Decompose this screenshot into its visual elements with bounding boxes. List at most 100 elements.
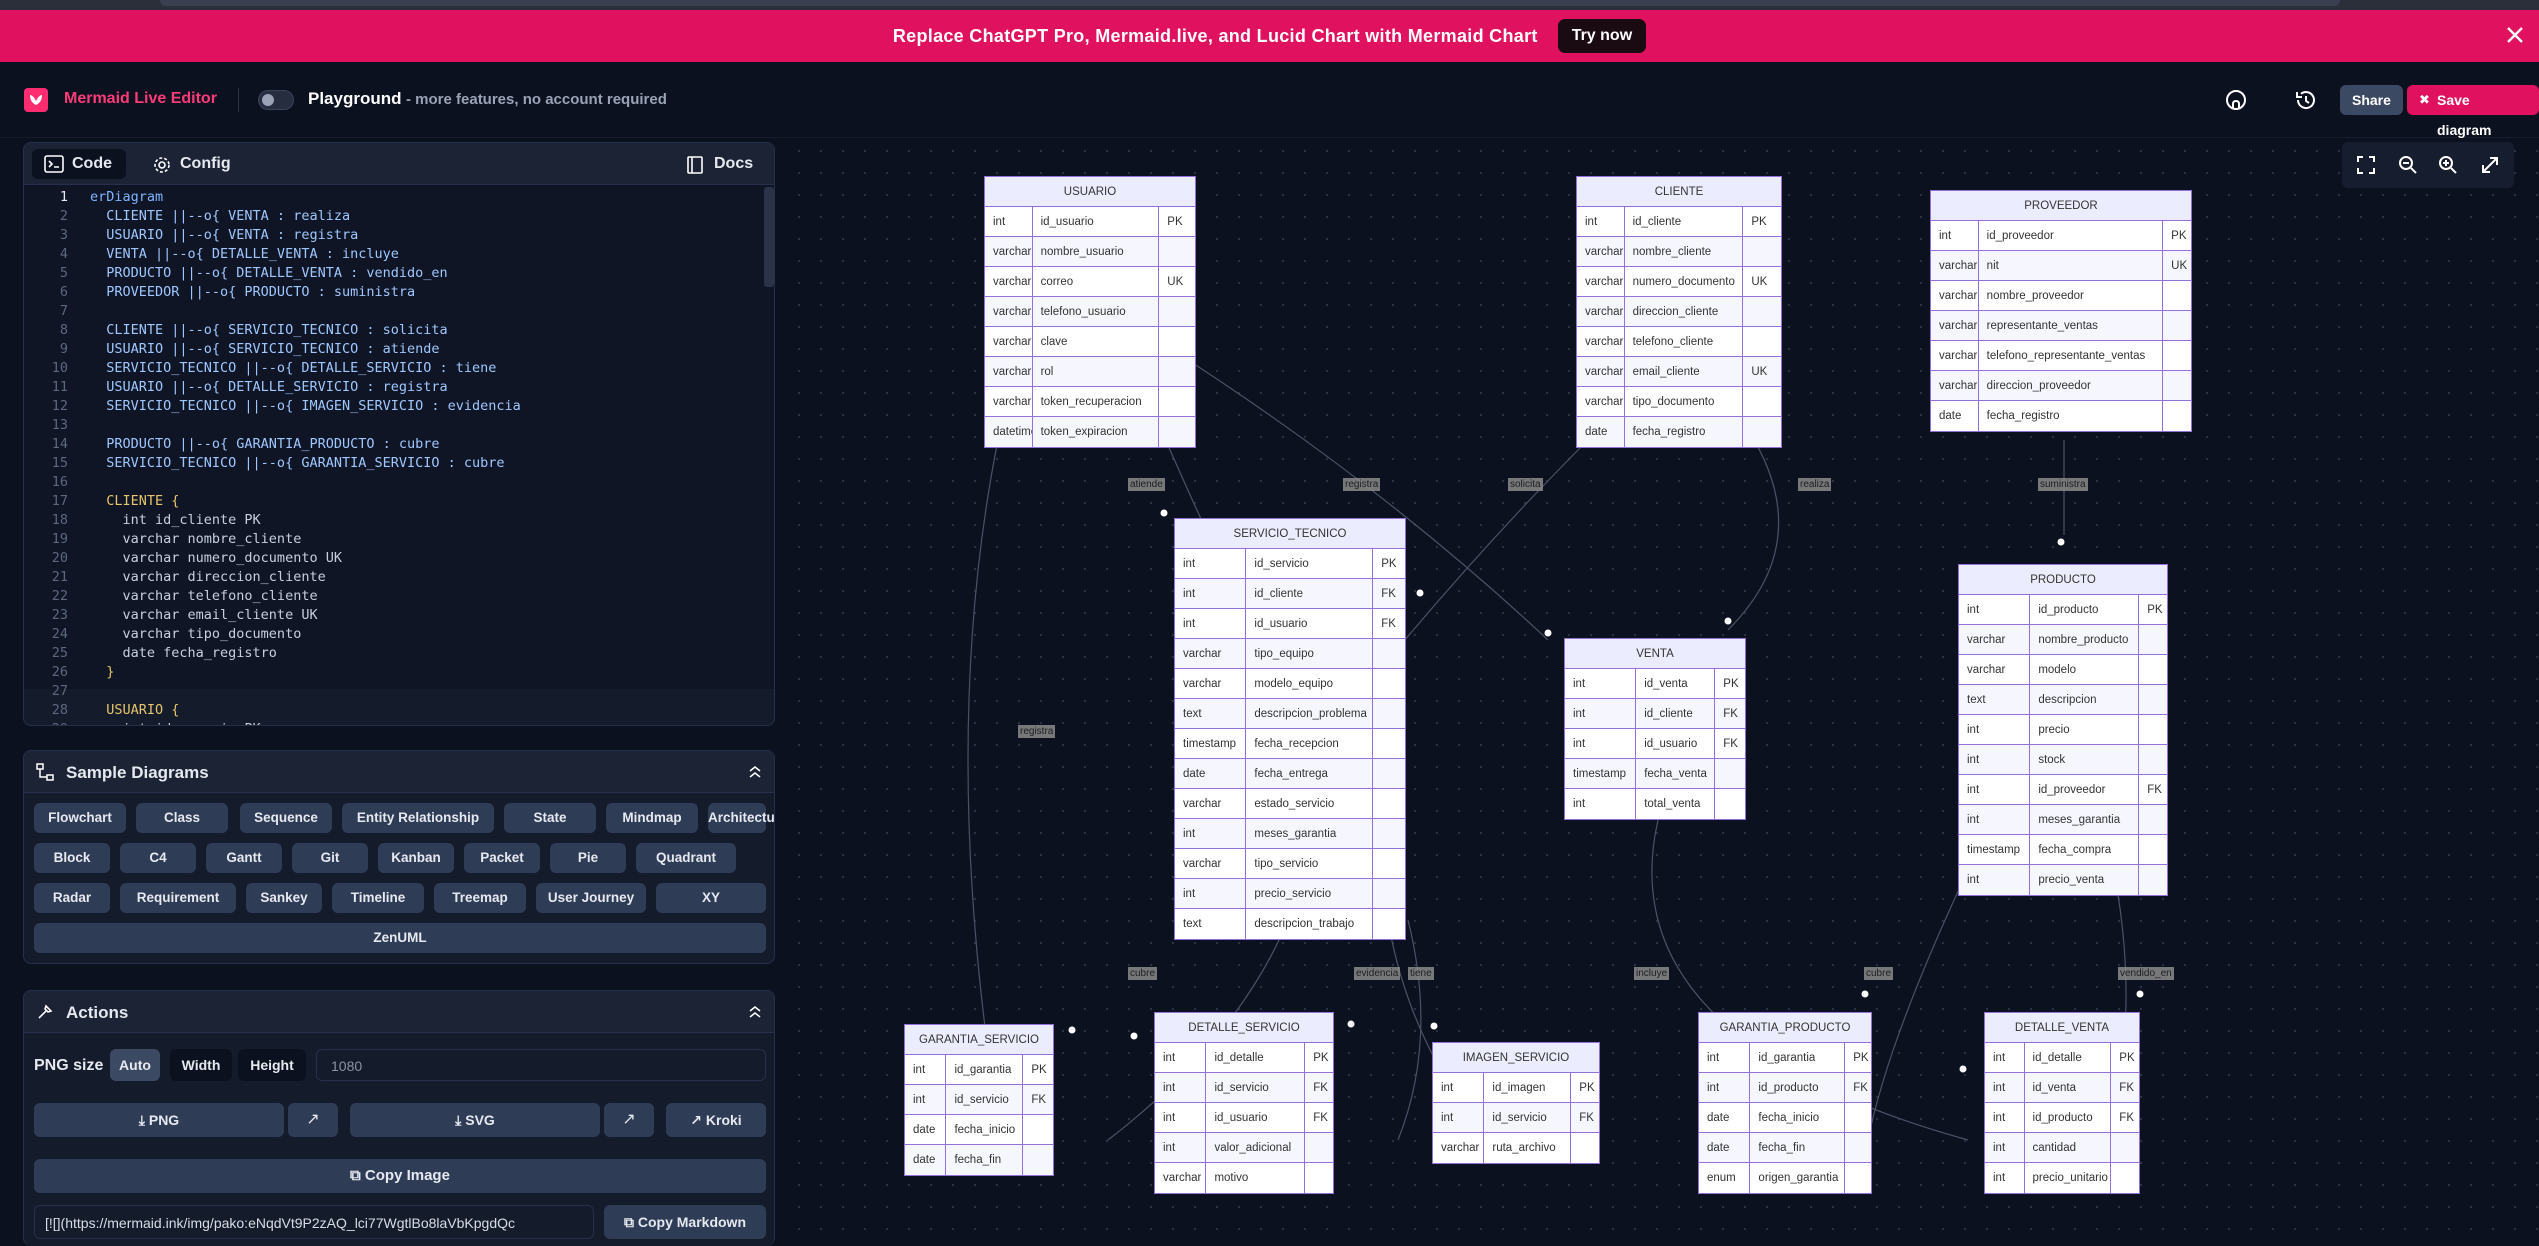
sample-chip[interactable]: Git (292, 843, 368, 873)
relationship-label: registra (1018, 725, 1056, 738)
attr-name: fecha_compra (2030, 835, 2140, 864)
collapse-icon[interactable] (748, 1005, 762, 1019)
expand-icon[interactable] (2478, 153, 2502, 177)
sample-chip[interactable]: User Journey (536, 883, 646, 913)
sample-chip[interactable]: Entity Relationship (342, 803, 494, 833)
entity-attribute-row: enum origen_garantia (1699, 1163, 1871, 1193)
close-icon[interactable] (2503, 23, 2527, 47)
attr-name: nombre_usuario (1033, 237, 1160, 266)
png-open-external-icon[interactable]: ↗ (288, 1103, 338, 1137)
line-number: 21 (51, 569, 68, 585)
sample-chip[interactable]: Requirement (120, 883, 236, 913)
editor-scrollbar[interactable] (764, 187, 774, 287)
entity-garantia-servicio[interactable]: GARANTIA_SERVICIO int id_garantia PK int id_s… (904, 1024, 1054, 1176)
size-input[interactable]: 1080 (316, 1049, 766, 1081)
attr-type: varchar (1931, 341, 1979, 370)
code-line: varchar email_cliente UK (90, 607, 318, 623)
try-now-button[interactable]: Try now (1557, 19, 1647, 53)
history-icon[interactable] (2294, 88, 2318, 112)
copy-markdown-button[interactable]: ⧉ Copy Markdown (604, 1205, 766, 1239)
size-height-option[interactable]: Height (238, 1049, 306, 1081)
line-number: 26 (51, 664, 68, 680)
sample-chip[interactable]: Block (34, 843, 110, 873)
kroki-button[interactable]: ↗ Kroki (666, 1103, 766, 1137)
sample-diagrams-header[interactable]: Sample Diagrams (24, 751, 774, 793)
sample-chip[interactable]: ZenUML (34, 923, 766, 953)
entity-servicio-tecnico[interactable]: SERVICIO_TECNICO int id_servicio PK int id_cl… (1174, 518, 1406, 940)
sample-chip[interactable]: Pie (550, 843, 626, 873)
attr-name: id_producto (2025, 1103, 2112, 1132)
entity-venta[interactable]: VENTA int id_venta PK int id_cliente FK int id_u… (1564, 638, 1746, 820)
sample-chip[interactable]: Flowchart (34, 803, 126, 833)
sample-chip[interactable]: Gantt (206, 843, 282, 873)
entity-imagen-servicio[interactable]: IMAGEN_SERVICIO int id_imagen PK int id_servi… (1432, 1042, 1600, 1164)
entity-attribute-row: varchar numero_documento UK (1577, 267, 1781, 297)
playground-toggle[interactable] (258, 90, 294, 110)
attr-type: date (1699, 1133, 1751, 1162)
entity-garantia-producto[interactable]: GARANTIA_PRODUCTO int id_garantia PK int id_p… (1698, 1012, 1872, 1194)
copy-image-button[interactable]: ⧉ Copy Image (34, 1159, 766, 1193)
share-button[interactable]: Share (2340, 85, 2403, 115)
zoom-out-icon[interactable] (2396, 153, 2420, 177)
mermaid-logo-icon[interactable] (24, 88, 48, 112)
line-number: 2 (59, 208, 68, 224)
entity-usuario[interactable]: USUARIO int id_usuario PK varchar nombre_usua… (984, 176, 1196, 448)
attr-key: PK (1853, 1052, 1869, 1064)
entity-proveedor[interactable]: PROVEEDOR int id_proveedor PK varchar nit UK va… (1930, 190, 2192, 432)
sample-chip[interactable]: Architecture (708, 803, 774, 833)
entity-attribute-row: int id_servicio PK (1175, 549, 1405, 579)
brand-title[interactable]: Mermaid Live Editor (64, 90, 217, 108)
attr-key: FK (1381, 618, 1396, 630)
github-icon[interactable] (2224, 88, 2248, 112)
diagram-canvas[interactable]: USUARIO int id_usuario PK varchar nombre_usua… (788, 140, 2539, 1246)
sample-chip[interactable]: Timeline (332, 883, 424, 913)
fit-view-icon[interactable] (2354, 153, 2378, 177)
attr-type: varchar (1931, 371, 1979, 400)
attr-key: UK (1167, 276, 1184, 288)
sample-chip[interactable]: Class (136, 803, 228, 833)
tab-code[interactable]: Code (32, 149, 126, 179)
line-number: 15 (51, 455, 68, 471)
attr-type: varchar (1577, 387, 1625, 416)
size-width-option[interactable]: Width (170, 1049, 232, 1081)
sample-chip[interactable]: C4 (120, 843, 196, 873)
sample-chip[interactable]: Sequence (240, 803, 332, 833)
attr-key (2139, 685, 2167, 714)
attr-name: id_imagen (1484, 1073, 1572, 1102)
sample-chip[interactable]: State (504, 803, 596, 833)
sample-chip[interactable]: Packet (464, 843, 540, 873)
attr-type: int (905, 1055, 947, 1084)
entity-attribute-row: int id_servicio FK (1155, 1073, 1333, 1103)
sample-chip[interactable]: Treemap (434, 883, 526, 913)
sample-chip[interactable]: XY (656, 883, 766, 913)
png-label: PNG (148, 1112, 180, 1128)
code-editor[interactable]: 1 erDiagram 2 CLIENTE ||--o{ VENTA : reali… (24, 185, 774, 725)
attr-key (1743, 297, 1781, 326)
tab-config[interactable]: Config (140, 149, 245, 179)
entity-detalle-venta[interactable]: DETALLE_VENTA int id_detalle PK int id_venta F… (1984, 1012, 2140, 1194)
line-number: 7 (59, 303, 68, 319)
markdown-input[interactable]: [![](https://mermaid.ink/img/pako:eNqdVt… (34, 1205, 594, 1239)
entity-cliente[interactable]: CLIENTE int id_cliente PK varchar nombre_clie… (1576, 176, 1782, 448)
entity-title: SERVICIO_TECNICO (1175, 519, 1405, 549)
size-auto-option[interactable]: Auto (110, 1049, 160, 1081)
sample-chip[interactable]: Sankey (246, 883, 322, 913)
sample-chip[interactable]: Quadrant (636, 843, 736, 873)
entity-producto[interactable]: PRODUCTO int id_producto PK varchar nombre_pr… (1958, 564, 2168, 896)
sample-chip[interactable]: Radar (34, 883, 110, 913)
actions-header[interactable]: Actions (24, 991, 774, 1033)
attr-type: int (1155, 1073, 1207, 1102)
svg-download-button[interactable]: ⤓ SVG (350, 1103, 600, 1137)
save-diagram-button[interactable]: ✖ Save diagram (2407, 85, 2539, 138)
sample-chip[interactable]: Mindmap (606, 803, 698, 833)
collapse-icon[interactable] (748, 765, 762, 779)
docs-link[interactable]: Docs (674, 149, 767, 179)
entity-attribute-row: varchar motivo (1155, 1163, 1333, 1193)
attr-key (2139, 745, 2167, 774)
entity-detalle-servicio[interactable]: DETALLE_SERVICIO int id_detalle PK int id_ser… (1154, 1012, 1334, 1194)
svg-open-external-icon[interactable]: ↗ (604, 1103, 654, 1137)
png-size-label: PNG size (34, 1057, 104, 1074)
png-download-button[interactable]: ⤓ PNG (34, 1103, 284, 1137)
zoom-in-icon[interactable] (2436, 153, 2460, 177)
sample-chip[interactable]: Kanban (378, 843, 454, 873)
